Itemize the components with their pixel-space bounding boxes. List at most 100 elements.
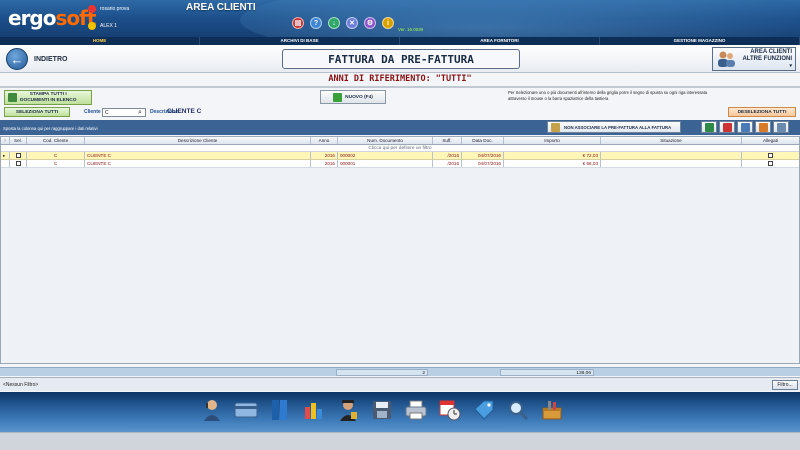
refresh-icon[interactable]	[755, 121, 771, 133]
pdf-export-icon[interactable]	[719, 121, 735, 133]
customer-service-icon[interactable]	[198, 396, 226, 424]
non-associare-button[interactable]: NON ASSOCIARE LA PRE-FATTURA ALLA FATTUR…	[547, 121, 681, 133]
non-associare-label: NON ASSOCIARE LA PRE-FATTURA ALLA FATTUR…	[564, 124, 672, 130]
columns-icon[interactable]	[737, 121, 753, 133]
bottom-strip	[0, 432, 800, 450]
table-row[interactable]: C CLIENTE C 2016 000001 /2016 04/07/2016…	[1, 160, 799, 168]
nav-gestione-magazzino[interactable]: GESTIONE MAGAZZINO	[600, 37, 800, 45]
user-name: rosario prova	[100, 6, 130, 12]
main-nav: HOME ARCHIVI DI BASE AREA FORNITORI GEST…	[0, 37, 800, 45]
row-indicator-header: ↑	[1, 137, 10, 144]
cell-descrizione: CLIENTE C	[85, 152, 311, 159]
info-icon[interactable]: i	[382, 17, 394, 29]
group-by-hint: Sposta la colonna qui per raggruppare i …	[3, 126, 98, 131]
new-document-icon	[333, 92, 343, 102]
page-title: FATTURA DA PRE-FATTURA	[282, 49, 520, 69]
altre-funzioni-button[interactable]: AREA CLIENTI ALTRE FUNZIONI ▾	[712, 47, 796, 71]
row-checkbox[interactable]	[10, 152, 27, 159]
arrow-left-icon: ←	[6, 48, 28, 70]
altre-line1: AREA CLIENTI	[750, 48, 792, 55]
layout-icon[interactable]	[773, 121, 789, 133]
floppy-save-icon[interactable]	[368, 396, 396, 424]
total-count: 2	[336, 369, 428, 376]
chevron-down-icon: ▾	[789, 62, 792, 69]
cell-descrizione: CLIENTE C	[85, 160, 311, 167]
filter-row-hint[interactable]: Clicca qui per definire un filtro	[1, 145, 799, 152]
col-num-documento[interactable]: Num. Documento	[338, 137, 433, 144]
cell-situazione	[601, 160, 742, 167]
cell-numero: 000002	[338, 152, 433, 159]
back-button[interactable]: ← INDIETRO	[6, 48, 67, 70]
cell-data: 04/07/2016	[462, 160, 504, 167]
version-label: Ver. 16.0030	[398, 27, 424, 32]
divider	[0, 86, 800, 88]
row-checkbox[interactable]	[10, 160, 27, 167]
toolbox-icon[interactable]	[538, 396, 566, 424]
stampa-tutti-button[interactable]: STAMPA TUTTI I DOCUMENTI IN ELENCO	[4, 90, 92, 105]
nav-home[interactable]: HOME	[0, 37, 200, 45]
col-data-doc[interactable]: Data Doc.	[462, 137, 504, 144]
user-row: rosario prova	[88, 4, 129, 14]
col-sel[interactable]: Sel.	[10, 137, 27, 144]
col-suff[interactable]: Suff.	[433, 137, 462, 144]
grid-header: ↑ Sel. Cod. Cliente Descrizione Cliente …	[1, 137, 799, 145]
company-name: ALEX 1	[100, 23, 117, 29]
stampa-line2: DOCUMENTI IN ELENCO	[20, 97, 77, 103]
print-icon[interactable]: ▤	[292, 17, 304, 29]
col-situazione[interactable]: Situazione	[601, 137, 742, 144]
dock-icons	[198, 396, 566, 424]
nuovo-label: NUOVO (F4)	[345, 94, 373, 100]
chart-icon[interactable]	[300, 396, 328, 424]
nuovo-button[interactable]: NUOVO (F4)	[320, 90, 386, 104]
col-anno[interactable]: Anno	[311, 137, 338, 144]
table-row[interactable]: ▸ C CLIENTE C 2016 000002 /2016 04/07/20…	[1, 152, 799, 160]
printer-icon[interactable]	[402, 396, 430, 424]
cliente-label: Cliente	[84, 109, 101, 115]
current-row-indicator-icon: ▸	[1, 152, 10, 159]
seleziona-tutti-button[interactable]: SELEZIONA TUTTI	[4, 107, 70, 117]
download-icon[interactable]: ↓	[328, 17, 340, 29]
title-bar: ← INDIETRO FATTURA DA PRE-FATTURA AREA C…	[0, 45, 800, 73]
nav-archivi-di-base[interactable]: ARCHIVI DI BASE	[200, 37, 400, 45]
allegati-checkbox[interactable]	[742, 152, 799, 159]
anni-riferimento: ANNI DI RIFERIMENTO: "TUTTI"	[328, 74, 472, 84]
cell-cod: C	[27, 152, 85, 159]
cell-numero: 000001	[338, 160, 433, 167]
stampa-line1: STAMPA TUTTI I	[29, 91, 67, 97]
cell-importo: € 66,03	[504, 160, 601, 167]
binders-icon[interactable]	[266, 396, 294, 424]
status-bar: <Nessun Filtro> Filtro...	[0, 377, 800, 391]
price-tag-icon[interactable]	[470, 396, 498, 424]
col-allegati[interactable]: Allegati	[742, 137, 799, 144]
filtro-button[interactable]: Filtro...	[772, 380, 798, 390]
calendar-clock-icon[interactable]	[436, 396, 464, 424]
settings-icon[interactable]: ⚙	[364, 17, 376, 29]
deseleziona-tutti-button[interactable]: DESELEZIONA TUTTI	[728, 107, 796, 117]
back-label: INDIETRO	[34, 55, 68, 63]
search-icon[interactable]: ⌕	[138, 109, 142, 117]
descrizione-value: CLIENTE C	[167, 108, 202, 115]
close-icon[interactable]: ✕	[346, 17, 358, 29]
cell-cod: C	[27, 160, 85, 167]
cell-suff: /2016	[433, 160, 462, 167]
allegati-checkbox[interactable]	[742, 160, 799, 167]
magnifier-icon[interactable]	[504, 396, 532, 424]
total-amount: 138,06	[500, 369, 594, 376]
col-importo[interactable]: Importo	[504, 137, 601, 144]
credit-card-icon[interactable]	[232, 396, 260, 424]
unlink-icon	[551, 122, 560, 132]
altre-line2: ALTRE FUNZIONI	[742, 55, 792, 62]
nav-area-fornitori[interactable]: AREA FORNITORI	[400, 37, 600, 45]
col-cod-cliente[interactable]: Cod. Cliente	[27, 137, 85, 144]
company-row: ALEX 1	[88, 21, 117, 31]
selection-instructions: Per Selezionare uno o più documenti all'…	[508, 90, 708, 101]
excel-export-icon[interactable]	[701, 121, 717, 133]
help-icon[interactable]: ?	[310, 17, 322, 29]
security-agent-icon[interactable]	[334, 396, 362, 424]
row-indicator	[1, 160, 10, 167]
cell-anno: 2016	[311, 160, 338, 167]
col-descrizione-cliente[interactable]: Descrizione Cliente	[85, 137, 311, 144]
grid-tool-icons	[701, 121, 789, 133]
area-title: AREA CLIENTI	[186, 2, 256, 13]
printer-icon	[8, 93, 17, 102]
